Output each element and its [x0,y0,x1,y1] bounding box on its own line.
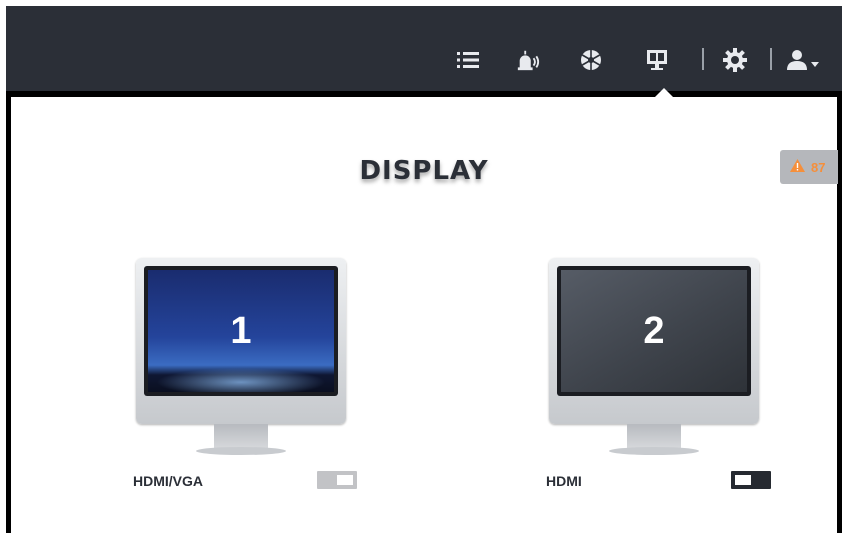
toggle-knob [735,475,751,485]
monitor-number: 1 [148,270,334,392]
output-label: HDMI/VGA [133,473,203,489]
monitor-body: 1 [136,258,346,424]
page-title: DISPLAY [359,156,489,186]
monitor-1[interactable]: 1 [136,258,346,458]
toggle-knob [337,475,353,485]
toolbar-separator [702,48,704,70]
display-panel: DISPLAY 87 1 HDMI/VGA 2 HDMI [11,97,838,533]
toolbar-separator [770,48,772,70]
display-icon[interactable] [645,48,669,72]
monitor-body: 2 [549,258,759,424]
warning-icon [790,159,805,175]
monitor-bezel: 2 [557,266,751,396]
monitor-base [609,447,699,455]
aperture-icon[interactable] [579,48,603,72]
app-frame: DISPLAY 87 1 HDMI/VGA 2 HDMI [6,6,842,533]
output-toggle-2[interactable] [731,471,771,489]
monitor-base [196,447,286,455]
user-icon[interactable] [785,48,821,72]
alarm-icon[interactable] [516,48,540,72]
monitor-number: 2 [561,270,747,392]
gear-icon[interactable] [723,48,747,72]
alert-badge[interactable]: 87 [780,150,838,184]
top-toolbar [6,6,842,91]
output-toggle-1[interactable] [317,471,357,489]
monitor-2[interactable]: 2 [549,258,759,458]
alert-count: 87 [811,159,826,175]
monitor-bezel: 1 [144,266,338,396]
output-label: HDMI [546,473,582,489]
list-icon[interactable] [456,48,480,72]
